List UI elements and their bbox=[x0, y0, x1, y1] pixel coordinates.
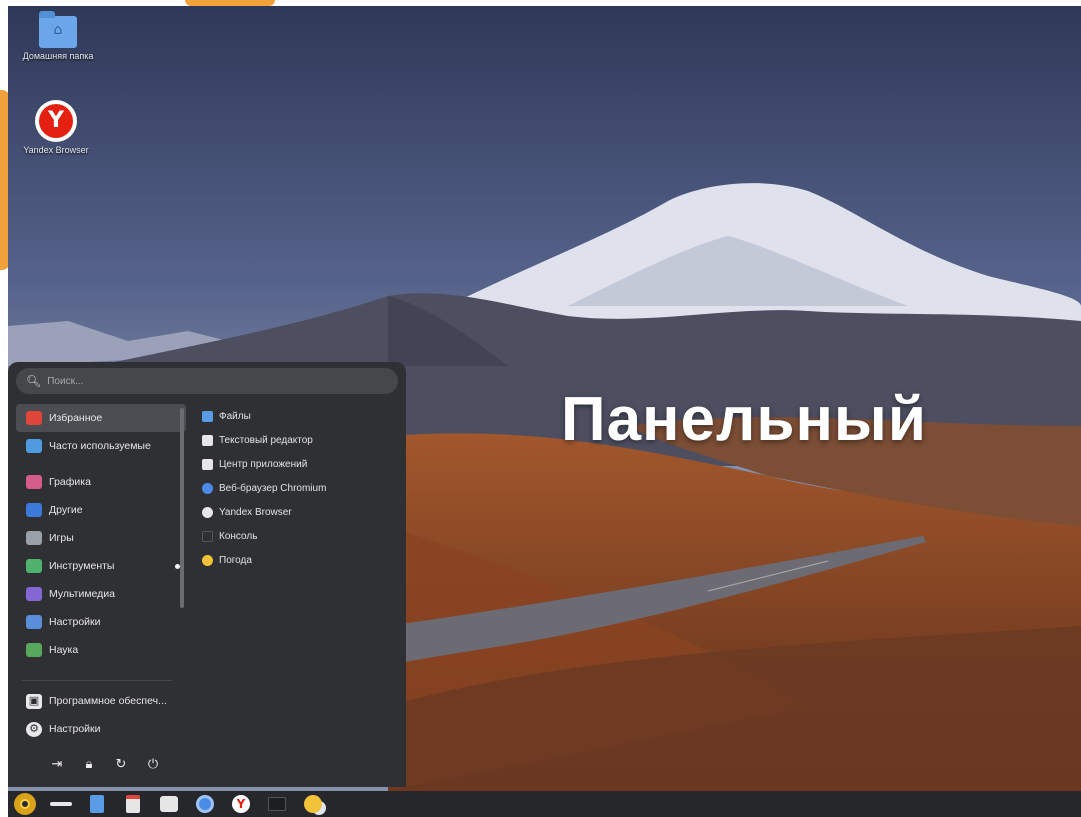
start-menu-button[interactable] bbox=[12, 793, 38, 815]
software-store-item[interactable]: ▣ Программное обеспеч... bbox=[16, 687, 186, 715]
app-list: Файлы Текстовый редактор Центр приложени… bbox=[198, 404, 398, 572]
terminal-icon bbox=[268, 797, 286, 811]
menu-bottom: ▣ Программное обеспеч... ⚙ Настройки bbox=[16, 687, 186, 743]
category-tools[interactable]: Инструменты bbox=[16, 552, 186, 580]
apps-icon bbox=[26, 503, 42, 517]
power-icon[interactable]: ⏻ bbox=[144, 756, 162, 774]
category-label: Графика bbox=[49, 476, 91, 488]
app-files[interactable]: Файлы bbox=[198, 404, 398, 428]
category-label: Настройки bbox=[49, 616, 101, 628]
category-label: Часто используемые bbox=[49, 440, 151, 452]
app-center-icon bbox=[160, 796, 178, 812]
category-other[interactable]: Другие bbox=[16, 496, 186, 524]
category-label: Игры bbox=[49, 532, 74, 544]
app-label: Текстовый редактор bbox=[219, 434, 313, 446]
category-favorites[interactable]: Избранное bbox=[16, 404, 186, 432]
yandex-browser-icon bbox=[202, 506, 213, 518]
weather-icon bbox=[202, 554, 213, 566]
taskbar-yandex-browser[interactable]: Y bbox=[228, 793, 254, 815]
menu-separator bbox=[22, 680, 172, 681]
start-menu: 🔍︎ Избранное Часто используемые Графика … bbox=[8, 362, 406, 787]
category-label: Избранное bbox=[49, 412, 103, 424]
bottom-item-label: Настройки bbox=[49, 723, 101, 735]
lock-icon[interactable]: 🔒︎ bbox=[80, 756, 98, 774]
desktop-icon-yandex-browser[interactable]: Y Yandex Browser bbox=[16, 100, 96, 156]
desktop-icon-label: Yandex Browser bbox=[23, 145, 89, 155]
app-label: Веб-браузер Chromium bbox=[219, 482, 327, 494]
folder-icon bbox=[26, 439, 42, 453]
app-chromium[interactable]: Веб-браузер Chromium bbox=[198, 476, 398, 500]
category-list: Избранное Часто используемые Графика Дру… bbox=[16, 404, 186, 664]
taskbar-text-editor[interactable] bbox=[120, 793, 146, 815]
window-list-button[interactable] bbox=[48, 793, 74, 815]
chromium-icon bbox=[202, 482, 213, 494]
bottom-item-label: Программное обеспеч... bbox=[49, 695, 167, 707]
app-center[interactable]: Центр приложений bbox=[198, 452, 398, 476]
category-games[interactable]: Игры bbox=[16, 524, 186, 552]
taskbar-app-center[interactable] bbox=[156, 793, 182, 815]
category-label: Другие bbox=[49, 504, 83, 516]
session-buttons: ⇥ 🔒︎ ↻ ⏻ bbox=[48, 756, 162, 774]
app-label: Погода bbox=[219, 554, 252, 566]
overlay-title: Панельный bbox=[561, 385, 927, 454]
desktop-icon-home-folder[interactable]: Домашняя папка bbox=[18, 11, 98, 62]
category-label: Мультимедиа bbox=[49, 588, 115, 600]
taskbar: Y bbox=[8, 791, 1081, 817]
app-terminal[interactable]: Консоль bbox=[198, 524, 398, 548]
category-frequent[interactable]: Часто используемые bbox=[16, 432, 186, 460]
category-science[interactable]: Наука bbox=[16, 636, 186, 664]
taskbar-weather[interactable] bbox=[300, 793, 326, 815]
software-store-icon: ▣ bbox=[26, 693, 42, 709]
category-label: Инструменты bbox=[49, 560, 115, 572]
yandex-browser-icon: Y bbox=[35, 100, 77, 142]
taskbar-files[interactable] bbox=[84, 793, 110, 815]
gamepad-icon bbox=[26, 531, 42, 545]
category-label: Наука bbox=[49, 644, 79, 656]
app-weather[interactable]: Погода bbox=[198, 548, 398, 572]
settings-icon bbox=[26, 615, 42, 629]
gear-icon: ⚙ bbox=[26, 721, 42, 737]
category-scrollbar[interactable] bbox=[180, 408, 184, 608]
tools-icon bbox=[26, 559, 42, 573]
science-icon bbox=[26, 643, 42, 657]
taskbar-terminal[interactable] bbox=[264, 793, 290, 815]
window-list-icon bbox=[50, 802, 72, 806]
taskbar-chromium[interactable] bbox=[192, 793, 218, 815]
app-yandex-browser[interactable]: Yandex Browser bbox=[198, 500, 398, 524]
files-icon bbox=[202, 410, 213, 422]
app-label: Консоль bbox=[219, 530, 258, 542]
category-multimedia[interactable]: Мультимедиа bbox=[16, 580, 186, 608]
start-menu-icon bbox=[14, 793, 36, 815]
app-center-icon bbox=[202, 458, 213, 470]
search-icon: 🔍︎ bbox=[26, 374, 42, 388]
chromium-icon bbox=[196, 795, 214, 813]
app-label: Файлы bbox=[219, 410, 251, 422]
restart-icon[interactable]: ↻ bbox=[112, 756, 130, 774]
settings-item[interactable]: ⚙ Настройки bbox=[16, 715, 186, 743]
text-editor-icon bbox=[126, 795, 140, 813]
text-editor-icon bbox=[202, 434, 213, 446]
terminal-icon bbox=[202, 530, 213, 542]
weather-icon bbox=[304, 795, 322, 813]
multimedia-icon bbox=[26, 587, 42, 601]
home-folder-icon bbox=[39, 11, 77, 48]
search-input[interactable] bbox=[47, 375, 378, 387]
yandex-browser-icon: Y bbox=[232, 795, 250, 813]
app-text-editor[interactable]: Текстовый редактор bbox=[198, 428, 398, 452]
graphics-icon bbox=[26, 475, 42, 489]
app-label: Центр приложений bbox=[219, 458, 308, 470]
category-settings[interactable]: Настройки bbox=[16, 608, 186, 636]
logout-icon[interactable]: ⇥ bbox=[48, 756, 66, 774]
app-label: Yandex Browser bbox=[219, 506, 292, 518]
heart-icon bbox=[26, 411, 42, 425]
desktop-icon-label: Домашняя папка bbox=[22, 51, 94, 61]
category-graphics[interactable]: Графика bbox=[16, 468, 186, 496]
menu-search[interactable]: 🔍︎ bbox=[16, 368, 398, 394]
files-icon bbox=[90, 795, 104, 813]
